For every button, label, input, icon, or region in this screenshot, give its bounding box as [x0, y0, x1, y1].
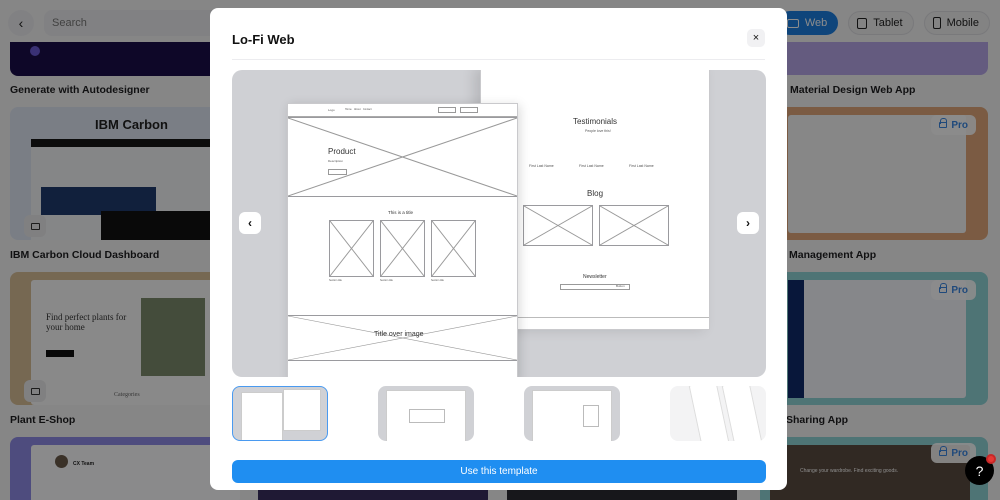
question-icon: ?: [975, 462, 984, 479]
wf-logo: Logo: [328, 108, 335, 112]
wf-nav-item: Home: [345, 108, 352, 111]
wf-section-item: Section title: [431, 279, 444, 282]
thumbnail-contact[interactable]: [524, 386, 620, 441]
wf-section-item: Section title: [380, 279, 393, 282]
chevron-right-icon: ›: [746, 216, 750, 230]
chevron-left-icon: ‹: [248, 216, 252, 230]
thumbnail-strip: [232, 386, 766, 443]
wf-newsletter-title: Newsletter: [583, 274, 607, 280]
next-button[interactable]: ›: [737, 212, 759, 234]
wf-hero-desc: Description: [328, 159, 344, 163]
wf-hero-image: [288, 117, 517, 197]
wf-banner-title: Title over image: [374, 331, 424, 338]
thumbnail-about[interactable]: [378, 386, 474, 441]
close-button[interactable]: ×: [747, 29, 765, 47]
wf-section-image: [431, 220, 476, 277]
wf-section-item: Section title: [329, 279, 342, 282]
wf-testimonial-name: First Last Name: [629, 164, 654, 168]
thumbnail-overview[interactable]: [670, 386, 766, 441]
wf-testimonials-title: Testimonials: [573, 117, 618, 126]
wf-hero-title: Product: [328, 147, 356, 156]
template-preview-modal: Lo-Fi Web × Testimonials People love thi…: [210, 8, 787, 490]
wireframe-page-home: Logo Home About Contact Product Descript…: [287, 103, 518, 377]
wf-blog-title: Blog: [587, 189, 604, 198]
wf-blog-image: [523, 205, 593, 246]
wf-navbar: Logo Home About Contact: [288, 104, 517, 117]
thumbnail-home[interactable]: [232, 386, 328, 441]
wf-section-image: [380, 220, 425, 277]
prev-button[interactable]: ‹: [239, 212, 261, 234]
wf-hero-button: [328, 169, 347, 175]
close-icon: ×: [752, 32, 760, 44]
wf-blog-image: [599, 205, 669, 246]
preview-image: Testimonials People love this! First Las…: [232, 70, 766, 377]
wf-section-image: [329, 220, 374, 277]
divider: [232, 59, 765, 60]
wf-nav-item: About: [354, 108, 361, 111]
wf-section-title: This is a title: [388, 210, 414, 215]
wf-testimonial-name: First Last Name: [529, 164, 554, 168]
wf-testimonials-sub: People love this!: [585, 129, 611, 133]
wf-newsletter-button: Button: [616, 284, 625, 288]
use-template-button[interactable]: Use this template: [232, 460, 766, 483]
wf-testimonial-name: First Last Name: [579, 164, 604, 168]
notification-dot: [986, 454, 996, 464]
wf-banner-image: [288, 315, 517, 361]
wf-nav-item: Contact: [363, 108, 372, 111]
modal-title: Lo-Fi Web: [232, 32, 295, 47]
